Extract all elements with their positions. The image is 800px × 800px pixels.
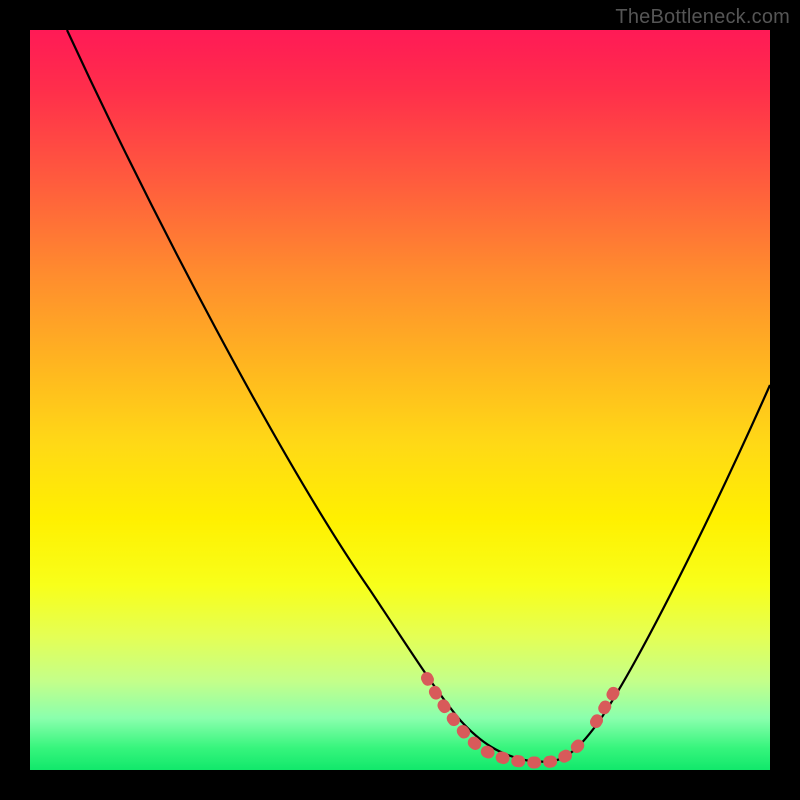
curve-layer <box>30 30 770 770</box>
bottom-highlight-segment <box>427 678 586 762</box>
bottleneck-curve-left <box>67 30 548 762</box>
curve-group <box>67 30 770 762</box>
watermark-text: TheBottleneck.com <box>615 6 790 29</box>
bottom-highlight-right-dot <box>596 692 614 722</box>
bottleneck-curve-right <box>548 385 770 762</box>
plot-area <box>30 30 770 770</box>
chart-frame: TheBottleneck.com <box>0 0 800 800</box>
